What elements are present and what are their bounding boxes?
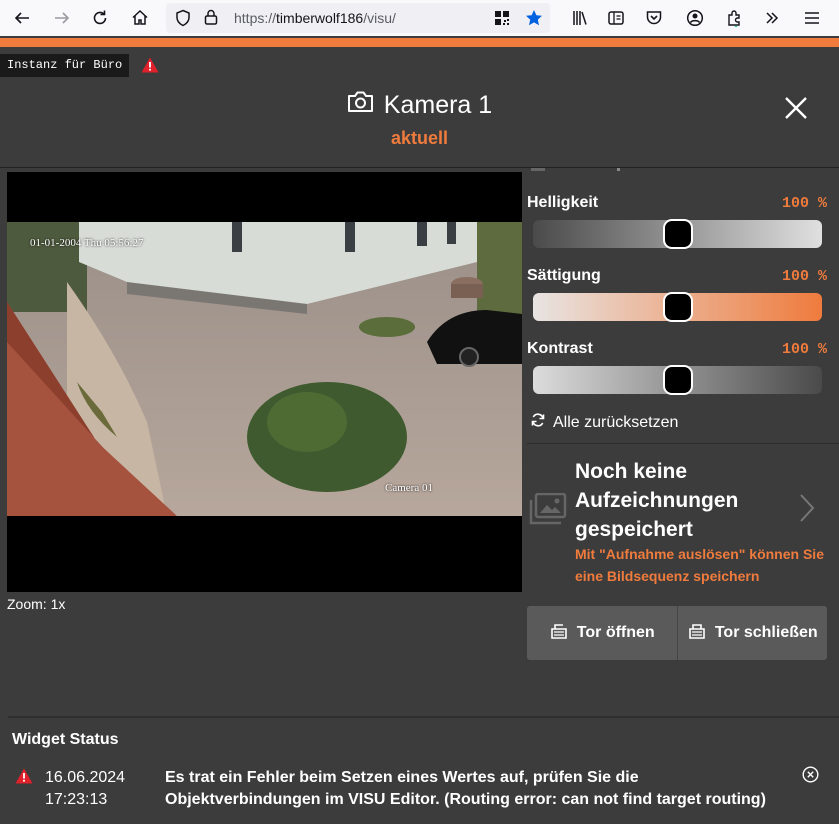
pocket-icon[interactable]	[642, 6, 666, 30]
close-gate-label: Tor schließen	[714, 624, 818, 641]
shield-icon[interactable]	[174, 9, 192, 32]
camera-header: Kamera 1	[0, 90, 839, 120]
lock-icon[interactable]	[202, 8, 220, 31]
reload-icon[interactable]	[88, 6, 112, 30]
close-button[interactable]	[782, 94, 810, 122]
qr-code-icon[interactable]	[490, 6, 514, 30]
open-gate-button[interactable]: Tor öffnen	[527, 606, 677, 660]
browser-toolbar: https://timberwolf186/visu/	[0, 0, 839, 36]
accent-bar	[0, 38, 839, 47]
instance-label: Instanz für Büro	[0, 54, 130, 77]
camera-image: 01-01-2004 Thu 05:56:27 Camera 01	[7, 222, 522, 516]
brightness-value: 100 %	[781, 195, 827, 212]
contrast-label: Kontrast	[527, 340, 593, 357]
extensions-icon[interactable]	[722, 6, 746, 30]
refresh-icon	[530, 412, 546, 433]
account-icon[interactable]	[683, 6, 707, 30]
url-scheme: https://	[234, 10, 277, 26]
reader-view-icon[interactable]	[604, 6, 628, 30]
contrast-slider[interactable]	[533, 365, 822, 395]
scrolled-panel-edge	[527, 168, 839, 174]
dismiss-status-button[interactable]	[802, 766, 819, 783]
image-gallery-icon	[529, 492, 567, 525]
hamburger-menu-icon[interactable]	[800, 6, 824, 30]
back-icon[interactable]	[10, 6, 34, 30]
url-path: /visu/	[363, 10, 396, 26]
brightness-label: Helligkeit	[527, 194, 599, 211]
bookmark-star-icon[interactable]	[522, 6, 546, 30]
reset-all-button[interactable]: Alle zurücksetzen	[530, 412, 678, 433]
reset-all-label: Alle zurücksetzen	[553, 413, 679, 431]
gate-actions: Tor öffnen Tor schließen	[527, 606, 827, 660]
video-camera-name-overlay: Camera 01	[385, 482, 433, 494]
close-circle-icon	[802, 766, 819, 783]
status-entry: 16.06.2024 17:23:13 Es trat ein Fehler b…	[0, 765, 839, 815]
camera-subtitle: aktuell	[390, 128, 449, 148]
video-timestamp-overlay: 01-01-2004 Thu 05:56:27	[30, 237, 144, 249]
brightness-slider-thumb[interactable]	[663, 219, 693, 249]
zoom-label: Zoom: 1x	[7, 596, 66, 612]
url-text[interactable]: https://timberwolf186/visu/	[234, 10, 396, 26]
close-icon	[785, 97, 807, 119]
status-date: 16.06.2024	[45, 769, 126, 786]
gate-closed-icon	[687, 621, 707, 646]
status-datetime: 16.06.2024 17:23:13	[45, 767, 125, 811]
recordings-divider	[527, 443, 839, 444]
contrast-slider-thumb[interactable]	[663, 365, 693, 395]
camera-title: Kamera 1	[383, 90, 493, 119]
recordings-empty-title[interactable]: Noch keine Aufzeichnungen gespeichert	[575, 457, 805, 544]
home-icon[interactable]	[128, 6, 152, 30]
widget-status-title: Widget Status	[12, 731, 119, 748]
status-time: 17:23:13	[45, 791, 108, 808]
forward-icon[interactable]	[50, 6, 74, 30]
gate-open-icon	[549, 621, 569, 646]
saturation-label: Sättigung	[527, 267, 601, 284]
camera-title-row: Kamera 1	[347, 90, 492, 120]
warning-icon	[15, 768, 33, 784]
open-gate-label: Tor öffnen	[576, 624, 655, 641]
library-icon[interactable]	[568, 6, 592, 30]
recordings-hint: Mit "Aufnahme auslösen" können Sie eine …	[575, 546, 824, 584]
brightness-slider[interactable]	[533, 219, 822, 249]
url-host: timberwolf186	[276, 10, 364, 26]
camera-icon	[347, 90, 374, 120]
overflow-chevrons-icon[interactable]	[760, 6, 784, 30]
close-gate-button[interactable]: Tor schließen	[676, 606, 828, 660]
contrast-value: 100 %	[781, 341, 827, 358]
status-message: Es trat ein Fehler beim Setzen eines Wer…	[165, 769, 766, 808]
warning-icon[interactable]	[141, 57, 159, 78]
saturation-value: 100 %	[781, 268, 827, 285]
saturation-slider[interactable]	[533, 292, 822, 322]
chevron-right-icon[interactable]	[797, 492, 817, 524]
camera-video[interactable]: 01-01-2004 Thu 05:56:27 Camera 01	[7, 172, 522, 592]
status-divider	[8, 716, 839, 718]
saturation-slider-thumb[interactable]	[663, 292, 693, 322]
